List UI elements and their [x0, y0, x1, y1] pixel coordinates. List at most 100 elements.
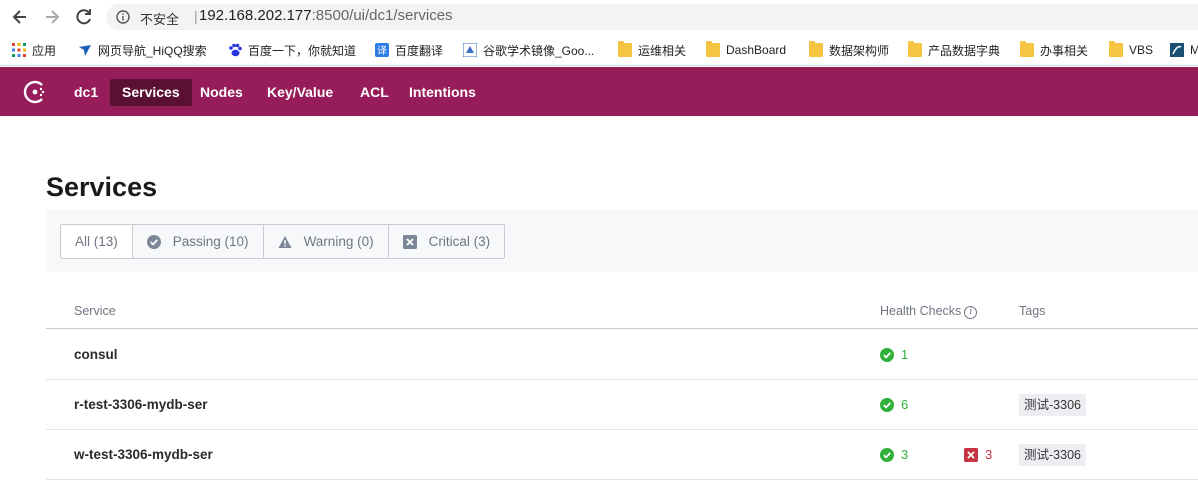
- critical-x-icon: [402, 234, 417, 249]
- info-icon[interactable]: i: [964, 306, 978, 319]
- bookmark-baidu-translate[interactable]: 译 百度翻译: [375, 41, 443, 59]
- bookmark-scholar[interactable]: 谷歌学术镜像_Goo...: [463, 41, 594, 59]
- bookmark-folder-dashboard[interactable]: DashBoard: [706, 41, 786, 59]
- passing-count-value: 3: [901, 447, 909, 462]
- url-path: :8500/ui/dc1/services: [311, 7, 453, 24]
- bookmark-hiqq[interactable]: 网页导航_HiQQ搜索: [78, 41, 207, 59]
- bookmark-label: DashBoard: [726, 43, 787, 57]
- bird-icon: [79, 45, 91, 56]
- filter-label: All (13): [75, 234, 118, 249]
- url-text[interactable]: 192.168.202.177:8500/ui/dc1/services: [199, 7, 453, 24]
- filter-critical[interactable]: Critical (3): [389, 225, 505, 258]
- bookmark-folder-vbs[interactable]: VBS: [1109, 41, 1153, 59]
- column-service[interactable]: Service: [74, 304, 116, 318]
- column-health-checks: Health Checks i: [880, 304, 978, 319]
- critical-x-icon: [964, 447, 978, 462]
- passing-check-icon: [880, 347, 894, 362]
- folder-icon: [1109, 41, 1123, 57]
- filter-label: Critical (3): [428, 234, 491, 249]
- bookmark-label: M: [1190, 43, 1198, 57]
- passing-count: 1: [880, 347, 908, 362]
- bookmark-label: 应用: [32, 43, 57, 58]
- separator: |: [194, 8, 198, 24]
- critical-count: 3: [964, 447, 992, 462]
- nav-nodes[interactable]: Nodes: [188, 79, 255, 106]
- service-name-link[interactable]: consul: [74, 347, 118, 362]
- table-row[interactable]: consul 1: [46, 330, 1198, 380]
- passing-count-value: 6: [901, 397, 909, 412]
- bookmark-mysql[interactable]: M: [1170, 41, 1198, 59]
- bookmark-label: 办事相关: [1040, 43, 1089, 58]
- nav-intentions[interactable]: Intentions: [397, 79, 488, 106]
- folder-icon: [618, 41, 632, 57]
- bookmark-label: 产品数据字典: [928, 43, 1001, 58]
- column-tags: Tags: [1019, 304, 1046, 318]
- bookmark-label: 运维相关: [638, 43, 687, 58]
- filter-label: Passing (10): [172, 234, 249, 249]
- reload-icon: [76, 9, 91, 25]
- passing-count: 3: [880, 447, 908, 462]
- filter-bar: All (13) Passing (10) Warning (0) Critic…: [46, 209, 1198, 272]
- bookmarks-bar: 应用 网页导航_HiQQ搜索 百度一下，你就知道 译 百度翻译 谷歌学术镜像_G…: [0, 34, 1198, 66]
- warning-triangle-icon: [278, 235, 292, 248]
- folder-icon: [908, 41, 922, 57]
- folder-icon: [1020, 41, 1034, 57]
- column-health-checks-label: Health Checks: [880, 304, 962, 318]
- datacenter-selector[interactable]: dc1: [62, 79, 110, 106]
- folder-icon: [809, 41, 823, 57]
- service-tag: 测试-3306: [1019, 394, 1086, 416]
- top-navigation: dc1 Services Nodes Key/Value ACL Intenti…: [0, 67, 1198, 116]
- passing-check-icon: [880, 447, 894, 462]
- arrow-left-icon: [12, 10, 26, 24]
- reload-button[interactable]: [72, 5, 96, 29]
- arrow-right-icon: [46, 10, 60, 24]
- baidu-paw-icon: [229, 43, 242, 57]
- passing-check-icon: [880, 397, 894, 412]
- passing-count-value: 1: [901, 347, 909, 362]
- filter-passing[interactable]: Passing (10): [133, 225, 264, 258]
- service-tag: 测试-3306: [1019, 444, 1086, 466]
- back-button[interactable]: [8, 5, 32, 29]
- consul-logo-icon[interactable]: [22, 79, 48, 105]
- health-filter-group: All (13) Passing (10) Warning (0) Critic…: [60, 224, 506, 259]
- passing-check-icon: [146, 234, 161, 249]
- bookmark-label: 谷歌学术镜像_Goo...: [483, 43, 595, 58]
- filter-label: Warning (0): [303, 234, 374, 249]
- address-bar[interactable]: 不安全 | 192.168.202.177:8500/ui/dc1/servic…: [106, 4, 1198, 30]
- bookmark-folder-architect[interactable]: 数据架构师: [809, 41, 889, 59]
- bookmark-label: 百度一下，你就知道: [248, 43, 357, 58]
- bookmark-baidu[interactable]: 百度一下，你就知道: [228, 41, 356, 59]
- table-row[interactable]: w-test-3306-mydb-ser 3 3 测试-3306: [46, 430, 1198, 480]
- folder-icon: [706, 41, 720, 57]
- bookmark-label: 百度翻译: [395, 43, 444, 58]
- table-row[interactable]: r-test-3306-mydb-ser 6 测试-3306: [46, 380, 1198, 430]
- bookmark-folder-office[interactable]: 办事相关: [1020, 41, 1088, 59]
- filter-all[interactable]: All (13): [61, 225, 133, 258]
- service-name-link[interactable]: r-test-3306-mydb-ser: [74, 397, 208, 412]
- url-host: 192.168.202.177: [199, 7, 312, 24]
- nav-key-value[interactable]: Key/Value: [255, 79, 345, 106]
- page-title: Services: [46, 172, 158, 202]
- mysql-icon: [1170, 43, 1184, 57]
- browser-toolbar: 不安全 | 192.168.202.177:8500/ui/dc1/servic…: [0, 0, 1198, 34]
- services-table-header: Service Health Checks i Tags: [46, 296, 1198, 329]
- bookmark-label: 网页导航_HiQQ搜索: [98, 43, 207, 58]
- nav-acl[interactable]: ACL: [348, 79, 401, 106]
- info-circle-icon[interactable]: [116, 10, 130, 24]
- bookmark-label: VBS: [1129, 43, 1154, 57]
- svg-text:译: 译: [377, 45, 387, 57]
- service-name-link[interactable]: w-test-3306-mydb-ser: [74, 447, 213, 462]
- bookmark-label: 数据架构师: [829, 43, 890, 58]
- critical-count-value: 3: [985, 447, 993, 462]
- apps-grid-icon: [12, 43, 26, 57]
- forward-button[interactable]: [40, 5, 64, 29]
- scholar-icon: [463, 43, 477, 57]
- bookmark-folder-ops[interactable]: 运维相关: [618, 41, 686, 59]
- passing-count: 6: [880, 397, 908, 412]
- bookmark-folder-dictionary[interactable]: 产品数据字典: [908, 41, 1000, 59]
- nav-services[interactable]: Services: [110, 79, 192, 106]
- security-label[interactable]: 不安全: [140, 9, 179, 28]
- translate-icon: 译: [375, 43, 389, 57]
- filter-warning[interactable]: Warning (0): [264, 225, 389, 258]
- bookmark-apps[interactable]: 应用: [12, 41, 56, 59]
